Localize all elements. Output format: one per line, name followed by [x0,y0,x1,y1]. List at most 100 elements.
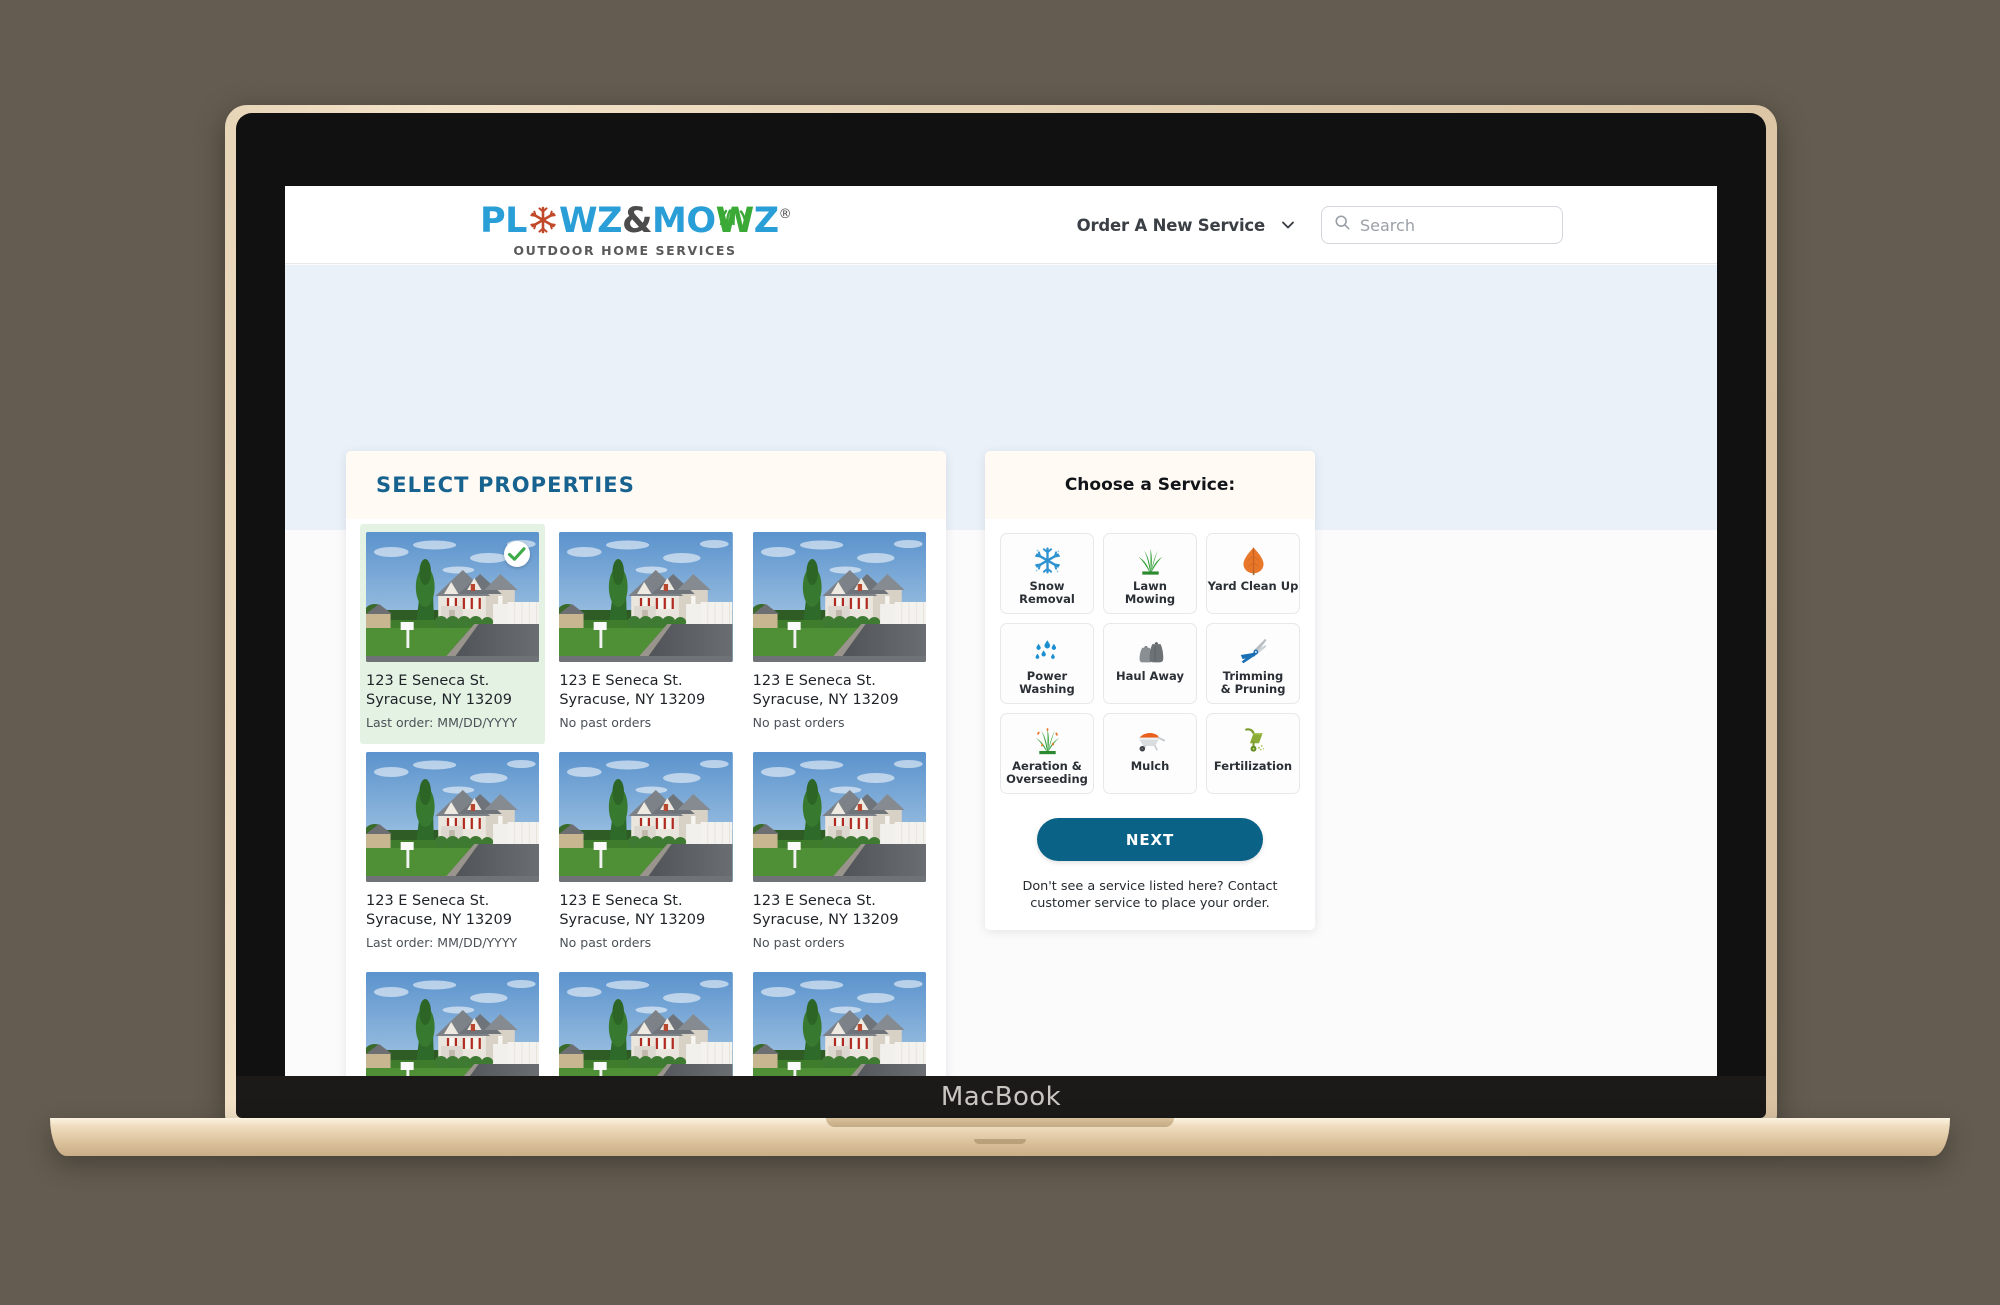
service-label: Aeration & Overseeding [1006,760,1088,786]
property-address: 123 E Seneca St. Syracuse, NY 13209 [753,892,926,930]
property-address-line2: Syracuse, NY 13209 [366,912,512,928]
property-photo [366,972,540,1076]
property-address-line1: 123 E Seneca St. [366,893,490,909]
page-title: SELECT PROPERTIES [376,473,635,497]
water-drops-icon [1032,633,1063,667]
service-label: Lawn Mowing [1125,580,1175,606]
service-label-line2: Mowing [1124,592,1176,606]
property-address-line1: 123 E Seneca St. [752,893,876,909]
property-card[interactable] [553,964,738,1076]
spreader-icon [1238,723,1269,757]
property-order-status: Last order: MM/DD/YYYY [366,715,518,730]
snowflake-icon [1032,543,1063,577]
property-photo [559,752,733,882]
property-address-line2: Syracuse, NY 13209 [559,692,706,708]
property-photo [752,532,926,662]
laptop-base-notch [826,1118,1174,1127]
service-label-line1: Trimming [1222,669,1284,683]
select-properties-panel: SELECT PROPERTIES 123 E Seneca St. Syrac… [346,451,946,1076]
logo-text-pl: PL [480,201,527,241]
site-logo[interactable]: PL WZ&MO WZ® OUTDOOR HOME SERVICES [480,194,792,258]
grass-icon [1135,543,1166,577]
service-label: Trimming & Pruning [1221,670,1286,696]
property-address-line1: 123 E Seneca St. [366,673,490,689]
property-card[interactable]: 123 E Seneca St. Syracuse, NY 13209 No pas… [747,524,932,744]
service-tile[interactable]: Mulch [1103,713,1197,794]
property-address: 123 E Seneca St. Syracuse, NY 13209 [559,672,732,710]
logo-text-w: W [716,200,755,242]
macbook-brand-label: MacBook [940,1082,1062,1112]
laptop-chin: MacBook [236,1076,1766,1118]
property-photo [752,972,926,1076]
service-tile[interactable]: Yard Clean Up [1206,533,1300,614]
laptop-mockup: PL WZ&MO WZ® OUTDOOR HOME SERVICES Order A… [0,0,2000,1305]
property-address-line2: Syracuse, NY 13209 [752,912,899,928]
service-label-line2: Removal [1019,592,1075,606]
property-photo [559,532,733,662]
service-label-line1: Mulch [1130,759,1170,773]
property-card[interactable]: 123 E Seneca St. Syracuse, NY 13209 No pas… [553,744,738,964]
logo-wordmark: PL WZ&MO WZ® [480,194,792,242]
service-label: Haul Away [1116,670,1184,683]
header-nav: Order A New Service Search [1077,186,1563,264]
leaf-icon [1238,543,1269,577]
service-tile[interactable]: Snow Removal [1000,533,1094,614]
service-tile[interactable]: Haul Away [1103,623,1197,704]
logo-text-amp: & [621,201,653,241]
service-header: Choose a Service: [985,451,1315,519]
service-label-line1: Lawn [1133,579,1167,593]
order-new-service-link[interactable]: Order A New Service [1077,216,1266,235]
service-tile[interactable]: Aeration & Overseeding [1000,713,1094,794]
snowflake-icon [528,205,558,235]
service-tile[interactable]: Fertilization [1206,713,1300,794]
property-photo [559,972,733,1076]
property-photo [366,532,540,662]
property-order-status: No past orders [559,935,652,950]
property-card[interactable]: 123 E Seneca St. Syracuse, NY 13209 No pas… [747,744,932,964]
logo-text-mo: MO [651,201,716,241]
choose-service-panel: Choose a Service: Snow Removal Lawn Mowing Y… [985,451,1315,930]
service-label-line2: & Pruning [1220,682,1286,696]
next-button[interactable]: NEXT [1037,818,1263,861]
property-address: 123 E Seneca St. Syracuse, NY 13209 [753,672,926,710]
service-tile[interactable]: Trimming & Pruning [1206,623,1300,704]
property-address: 123 E Seneca St. Syracuse, NY 13209 [366,672,539,710]
property-address-line1: 123 E Seneca St. [752,673,876,689]
service-label: Mulch [1131,760,1170,773]
shears-icon [1238,633,1269,667]
property-card[interactable] [747,964,932,1076]
service-label-line1: Aeration & [1012,759,1082,773]
properties-grid: 123 E Seneca St. Syracuse, NY 13209 Last o… [346,519,946,1076]
check-circle-icon[interactable] [504,541,531,567]
service-grid: Snow Removal Lawn Mowing Yard Clean Up Power W… [985,519,1315,794]
search-input[interactable]: Search [1321,206,1563,244]
property-address-line2: Syracuse, NY 13209 [752,692,899,708]
service-label-line1: Haul Away [1116,669,1184,683]
laptop-screen: PL WZ&MO WZ® OUTDOOR HOME SERVICES Order A… [285,186,1717,1076]
property-card[interactable]: 123 E Seneca St. Syracuse, NY 13209 Last o… [360,744,545,964]
logo-text-z: Z [753,201,779,241]
service-footer-note: Don't see a service listed here? Contact… [1022,879,1278,911]
service-label: Fertilization [1214,760,1292,773]
property-card[interactable]: 123 E Seneca St. Syracuse, NY 13209 Last o… [360,524,546,744]
chevron-down-icon[interactable] [1279,216,1297,234]
service-label-line1: Fertilization [1213,759,1293,773]
page-content: SELECT PROPERTIES 123 E Seneca St. Syrac… [285,265,1717,1076]
service-label-line1: Power [1026,669,1068,683]
property-address: 123 E Seneca St. Syracuse, NY 13209 [559,892,732,930]
site-header: PL WZ&MO WZ® OUTDOOR HOME SERVICES Order A… [285,186,1717,264]
service-tile[interactable]: Power Washing [1000,623,1094,704]
property-address: 123 E Seneca St. Syracuse, NY 13209 [366,892,539,930]
service-label: Snow Removal [1019,580,1075,606]
grass-icon [717,193,750,227]
search-placeholder: Search [1360,215,1415,235]
service-label-line1: Yard Clean Up [1207,579,1299,593]
service-label-line2: Washing [1019,682,1075,696]
properties-header: SELECT PROPERTIES [346,451,946,519]
property-card[interactable]: 123 E Seneca St. Syracuse, NY 13209 No pas… [553,524,738,744]
trash-bags-icon [1135,633,1166,667]
service-label: Power Washing [1019,670,1074,696]
property-card[interactable] [360,964,545,1076]
service-label-line1: Snow [1029,579,1065,593]
service-tile[interactable]: Lawn Mowing [1103,533,1197,614]
